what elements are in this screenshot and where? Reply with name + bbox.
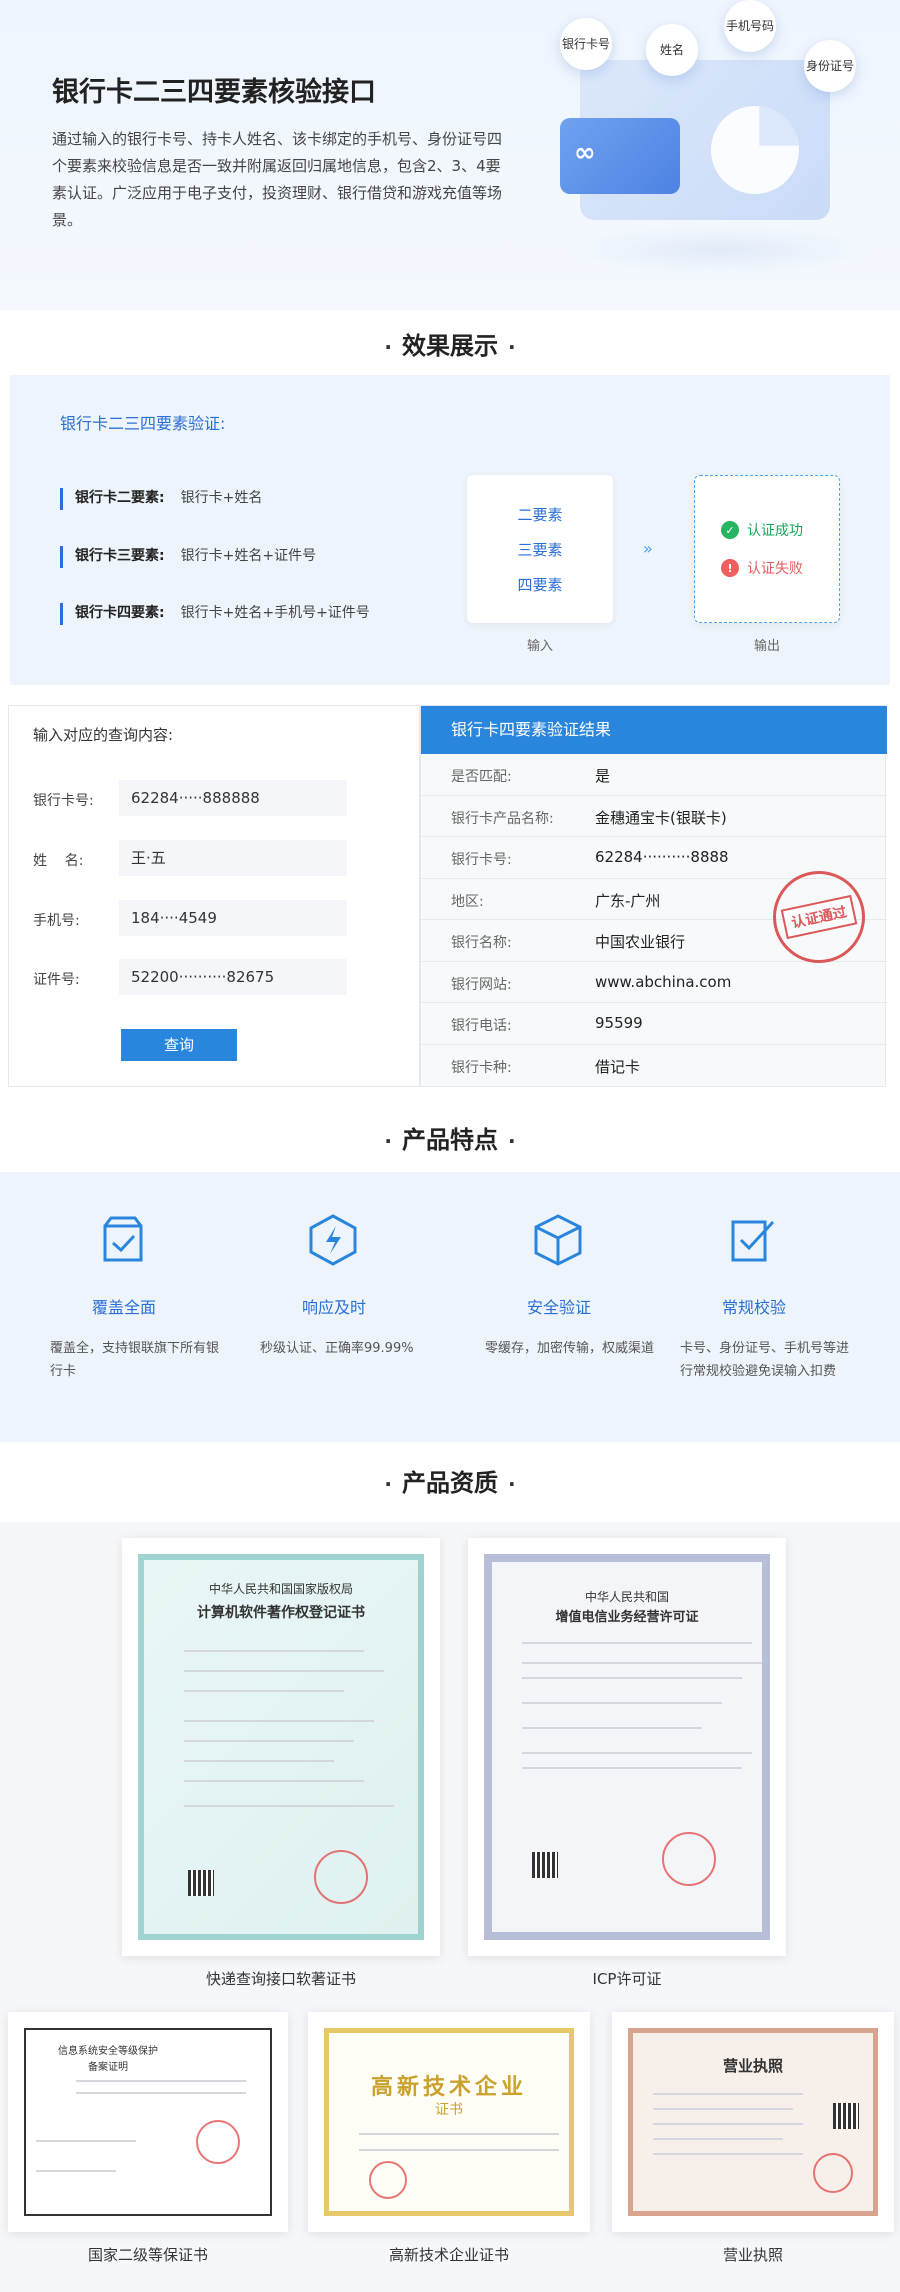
bubble-phone: 手机号码 bbox=[724, 0, 776, 52]
cert-caption: 高新技术企业证书 bbox=[388, 2246, 509, 2264]
checklist-icon bbox=[731, 1220, 775, 1262]
result-header: 银行卡四要素验证结果 bbox=[421, 706, 887, 754]
result-row: 银行卡种: 借记卡 bbox=[451, 1057, 641, 1076]
id-number-input[interactable]: 52200··········82675 bbox=[119, 959, 347, 995]
certificates-panel: 中华人民共和国国家版权局 计算机软件著作权登记证书 快递查询接口软著证书 中华人… bbox=[0, 1522, 900, 2292]
output-label: 输出 bbox=[753, 639, 780, 654]
lightning-icon bbox=[309, 1214, 357, 1266]
label-name: 姓 名: bbox=[33, 853, 84, 869]
effect-panel: 银行卡二三四要素验证: 银行卡二要素: 银行卡+姓名 银行卡三要素: 银行卡+姓名+… bbox=[10, 375, 890, 685]
platform-shape bbox=[570, 225, 870, 275]
hero-banner: 银行卡二三四要素核验接口 通过输入的银行卡号、持卡人姓名、该卡绑定的手机号、身份… bbox=[0, 0, 900, 310]
output-box: ✓ 认证成功 ! 认证失败 bbox=[694, 475, 840, 623]
output-success: ✓ 认证成功 bbox=[721, 520, 803, 540]
cert-security-level[interactable]: 信息系统安全等级保护 备案证明 bbox=[8, 2012, 288, 2232]
input-label: 输入 bbox=[526, 639, 553, 654]
check-icon: ✓ bbox=[721, 521, 739, 539]
input-item: 四要素 bbox=[517, 575, 563, 594]
input-item: 三要素 bbox=[517, 540, 563, 559]
result-row: 银行网站: www.abchina.com bbox=[421, 962, 887, 1003]
output-fail: ! 认证失败 bbox=[721, 558, 803, 578]
effect-row: 银行卡四要素: 银行卡+姓名+手机号+证件号 bbox=[60, 603, 370, 625]
cert-hightech[interactable]: 高新技术企业 证书 bbox=[308, 2012, 590, 2232]
cert-caption: 营业执照 bbox=[722, 2246, 783, 2264]
cert-software-copyright[interactable]: 中华人民共和国国家版权局 计算机软件著作权登记证书 bbox=[122, 1538, 440, 1956]
arrow-right-icon: » bbox=[643, 539, 653, 558]
label-bank-card: 银行卡号: bbox=[33, 793, 94, 809]
cert-caption: 国家二级等保证书 bbox=[87, 2246, 208, 2264]
bubble-name: 姓名 bbox=[646, 24, 698, 76]
result-row: 银行卡产品名称: 金穗通宝卡(银联卡) bbox=[421, 796, 887, 837]
result-row: 是否匹配: 是 bbox=[421, 754, 887, 796]
query-panel: 输入对应的查询内容: 银行卡号: 62284·····888888 姓 名: 王… bbox=[8, 705, 420, 1087]
input-box: 二要素 三要素 四要素 bbox=[467, 475, 613, 623]
hero-description: 通过输入的银行卡号、持卡人姓名、该卡绑定的手机号、身份证号四个要素来校验信息是否… bbox=[52, 130, 503, 229]
result-panel: 银行卡四要素验证结果 是否匹配: 是 银行卡产品名称: 金穗通宝卡(银联卡) 银行卡… bbox=[420, 705, 887, 1087]
input-item: 二要素 bbox=[517, 505, 563, 524]
coverage-box-icon bbox=[103, 1216, 143, 1262]
cube-security-icon bbox=[534, 1214, 582, 1266]
query-title: 输入对应的查询内容: bbox=[33, 726, 174, 744]
bank-card-icon: ∞ bbox=[560, 118, 680, 194]
phone-input[interactable]: 184····4549 bbox=[119, 900, 347, 936]
features-panel: 覆盖全面 覆盖全，支持银联旗下所有银行卡 响应及时 秒级认证、正确率99.99%… bbox=[0, 1172, 900, 1442]
hero-illustration: ∞ 银行卡号 姓名 手机号码 身份证号 bbox=[560, 0, 900, 310]
section-title-certs: · 产品资质 · bbox=[384, 1469, 516, 1497]
cert-business-license[interactable]: 营业执照 bbox=[612, 2012, 894, 2232]
page-title: 银行卡二三四要素核验接口 bbox=[52, 77, 376, 108]
section-title-features: · 产品特点 · bbox=[384, 1126, 516, 1154]
effect-row: 银行卡三要素: 银行卡+姓名+证件号 bbox=[60, 546, 316, 568]
bubble-id: 身份证号 bbox=[804, 40, 856, 92]
bank-card-input[interactable]: 62284·····888888 bbox=[119, 780, 347, 816]
name-input[interactable]: 王·五 bbox=[119, 840, 347, 876]
warning-icon: ! bbox=[721, 559, 739, 577]
effect-title: 银行卡二三四要素验证: bbox=[60, 414, 226, 433]
query-button[interactable]: 查询 bbox=[121, 1029, 237, 1061]
label-id: 证件号: bbox=[33, 972, 80, 988]
pie-icon bbox=[711, 106, 799, 194]
result-row: 银行电话: 95599 bbox=[421, 1003, 887, 1045]
bubble-bank-card: 银行卡号 bbox=[560, 18, 612, 70]
cert-caption: 快递查询接口软著证书 bbox=[205, 1970, 356, 1988]
cert-icp-license[interactable]: 中华人民共和国 增值电信业务经营许可证 bbox=[468, 1538, 786, 1956]
cert-caption: ICP许可证 bbox=[592, 1970, 662, 1988]
effect-row: 银行卡二要素: 银行卡+姓名 bbox=[60, 488, 262, 510]
section-title-effect: · 效果展示 · bbox=[384, 332, 516, 360]
label-phone: 手机号: bbox=[33, 913, 80, 929]
